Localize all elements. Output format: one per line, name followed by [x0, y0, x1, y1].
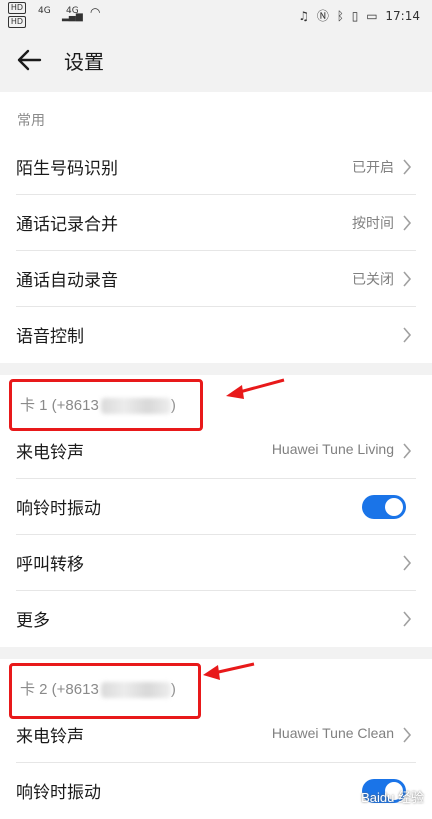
vibrate-icon: ▯: [351, 9, 359, 23]
setting-label: 来电铃声: [16, 443, 84, 463]
setting-auto-record[interactable]: 通话自动录音 已关闭: [0, 251, 432, 307]
card1-ringtone[interactable]: 来电铃声 Huawei Tune Living: [0, 423, 432, 479]
setting-label: 响铃时振动: [16, 783, 101, 803]
battery-icon: ▭: [366, 9, 378, 23]
annotation-arrow-icon: [203, 662, 255, 680]
watermark: Baidu 经验: [361, 790, 424, 805]
hd-icon: HD: [8, 2, 26, 14]
chevron-right-icon: [403, 215, 412, 231]
setting-value: 按时间: [352, 215, 394, 231]
chevron-right-icon: [403, 611, 412, 627]
signal-icon: 4G: [38, 6, 51, 16]
setting-unknown-number[interactable]: 陌生号码识别 已开启: [0, 139, 432, 195]
page-title: 设置: [64, 50, 104, 74]
wifi-icon: ◠: [90, 5, 101, 19]
setting-label: 陌生号码识别: [16, 159, 118, 179]
vibrate-toggle[interactable]: [362, 495, 406, 519]
bluetooth-icon: ᛒ: [336, 9, 344, 23]
toggle-knob: [385, 498, 403, 516]
card1-call-forwarding[interactable]: 呼叫转移: [0, 535, 432, 591]
setting-value: Huawei Tune Clean: [271, 725, 394, 741]
setting-label: 通话记录合并: [16, 215, 118, 235]
hd-icon: HD: [8, 16, 26, 28]
annotation-arrow-icon: [226, 378, 285, 399]
setting-label: 语音控制: [16, 327, 84, 347]
setting-value: 已开启: [352, 159, 394, 175]
setting-value: Huawei Tune Living: [271, 441, 394, 457]
setting-merge-call-log[interactable]: 通话记录合并 按时间: [0, 195, 432, 251]
setting-label: 来电铃声: [16, 727, 84, 747]
setting-label: 通话自动录音: [16, 271, 118, 291]
back-arrow-icon[interactable]: [16, 47, 42, 73]
signal-icon: 4G: [66, 6, 79, 16]
section-title-common: 常用: [17, 113, 45, 129]
setting-label: 更多: [16, 611, 50, 631]
nfc-icon: Ⓝ: [316, 9, 329, 23]
setting-label: 呼叫转移: [16, 555, 84, 575]
status-left: HD HD: [8, 2, 26, 28]
chevron-right-icon: [403, 271, 412, 287]
status-right: ♫ Ⓝ ᛒ ▯ ▭ 17:14: [294, 7, 420, 24]
card1-vibrate: 响铃时振动: [0, 479, 432, 535]
chevron-right-icon: [403, 443, 412, 459]
chevron-right-icon: [403, 555, 412, 571]
card1-more[interactable]: 更多: [0, 591, 432, 647]
status-bar: HD HD 4G ▂▄▆ 4G ◠ ♫ Ⓝ ᛒ ▯ ▭ 17:14: [0, 0, 432, 30]
section-gap: [0, 363, 432, 375]
chevron-right-icon: [403, 727, 412, 743]
setting-label: 响铃时振动: [16, 499, 101, 519]
card2-ringtone[interactable]: 来电铃声 Huawei Tune Clean: [0, 707, 432, 763]
app-header: 设置: [0, 30, 432, 92]
setting-voice-control[interactable]: 语音控制: [0, 307, 432, 363]
chevron-right-icon: [403, 159, 412, 175]
chevron-right-icon: [403, 327, 412, 343]
status-time: 17:14: [385, 9, 420, 23]
setting-value: 已关闭: [352, 271, 394, 287]
headphones-icon: ♫: [298, 9, 310, 23]
